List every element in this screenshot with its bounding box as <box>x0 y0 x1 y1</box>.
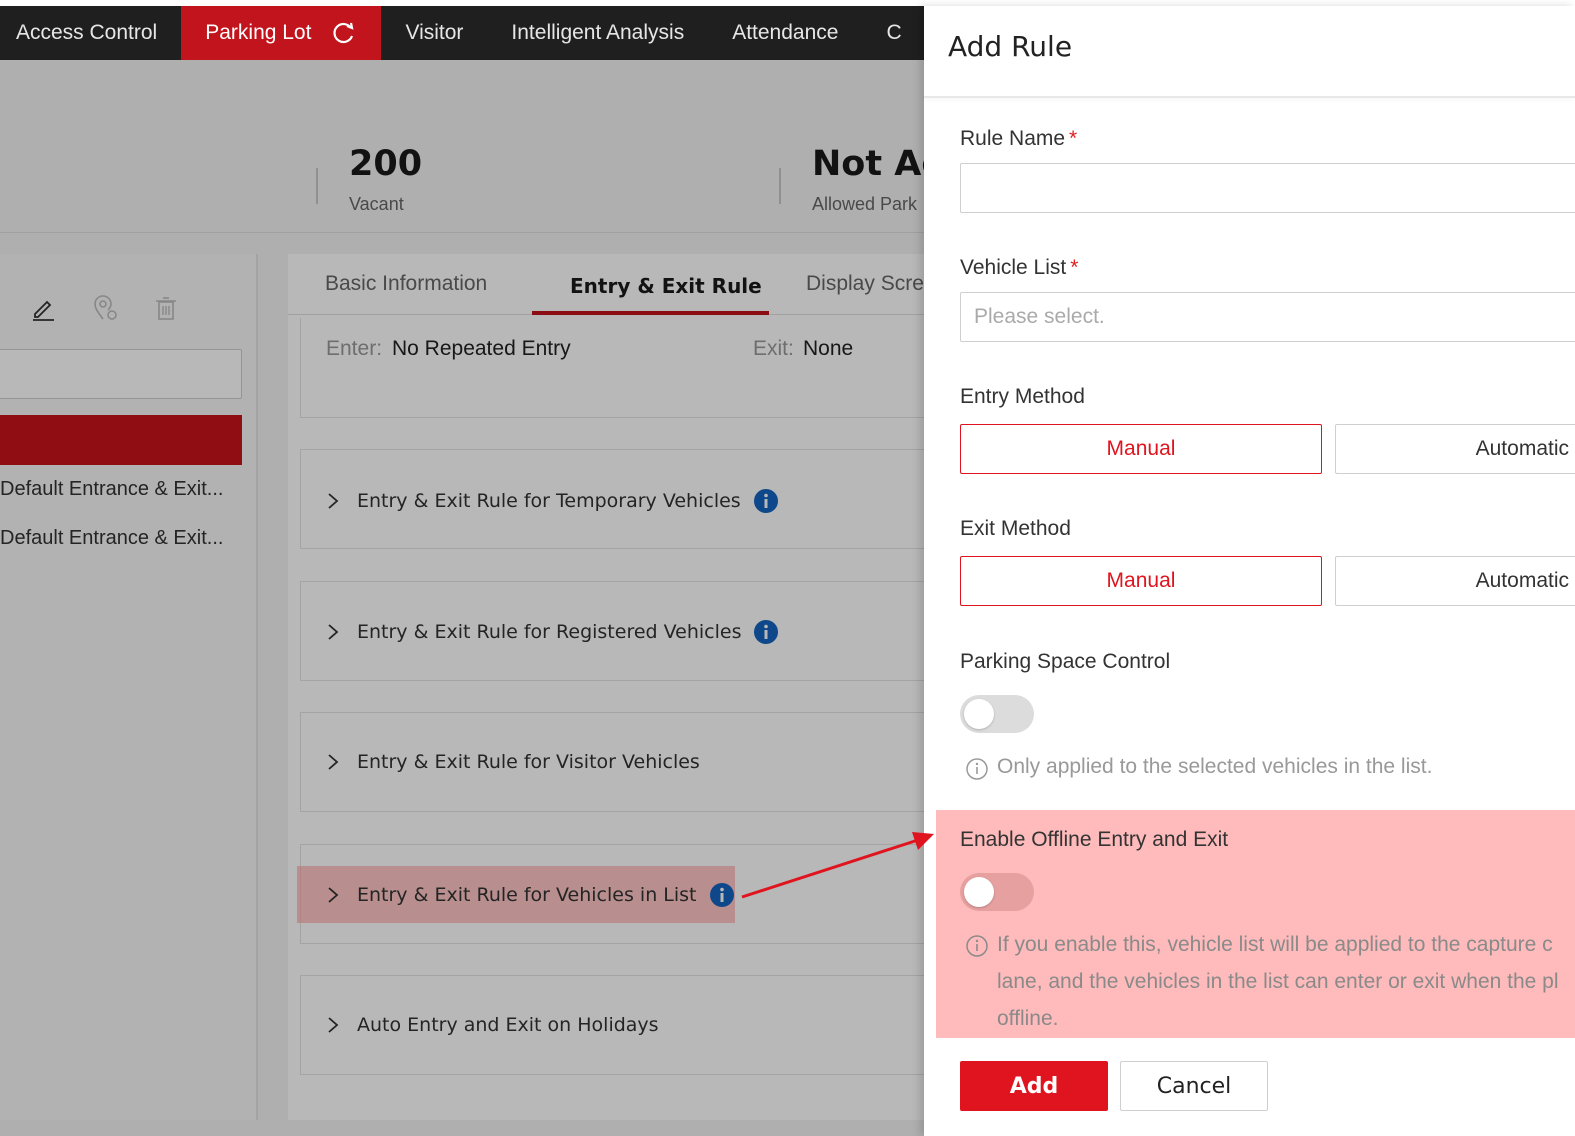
nav-tab-attendance[interactable]: Attendance <box>708 6 862 60</box>
required-mark: * <box>1070 256 1079 279</box>
cancel-button[interactable]: Cancel <box>1120 1061 1268 1111</box>
add-button[interactable]: Add <box>960 1061 1108 1111</box>
nav-tab-parking-lot[interactable]: Parking Lot <box>181 6 382 60</box>
drawer-title: Add Rule <box>948 30 1073 63</box>
entry-method-label: Entry Method <box>960 385 1085 408</box>
drawer-header-divider <box>924 96 1575 98</box>
parking-space-control-label: Parking Space Control <box>960 650 1171 673</box>
info-outline-icon <box>966 935 988 957</box>
toggle-knob <box>964 699 994 729</box>
nav-tab-access-control[interactable]: Access Control <box>0 6 181 60</box>
offline-hint: If you enable this, vehicle list will be… <box>965 926 1559 1037</box>
entry-method-automatic[interactable]: Automatic <box>1335 424 1575 474</box>
exit-method-manual[interactable]: Manual <box>960 556 1322 606</box>
info-outline-icon <box>966 758 988 780</box>
parking-space-hint: Only applied to the selected vehicles in… <box>965 755 1432 781</box>
nav-tab-visitor[interactable]: Visitor <box>381 6 487 60</box>
modal-backdrop[interactable] <box>0 60 924 1136</box>
nav-tab-more[interactable]: C <box>862 6 925 60</box>
exit-method-automatic[interactable]: Automatic <box>1335 556 1575 606</box>
refresh-icon[interactable] <box>331 20 357 46</box>
offline-entry-exit-label: Enable Offline Entry and Exit <box>960 828 1229 851</box>
nav-tab-intelligent-analysis[interactable]: Intelligent Analysis <box>487 6 708 60</box>
exit-method-label: Exit Method <box>960 517 1071 540</box>
required-mark: * <box>1069 127 1078 150</box>
offline-entry-exit-toggle[interactable] <box>960 873 1034 911</box>
vehicle-list-select[interactable] <box>960 292 1575 342</box>
parking-space-control-toggle[interactable] <box>960 695 1034 733</box>
rule-name-label: Rule Name * <box>960 127 1078 150</box>
entry-method-manual[interactable]: Manual <box>960 424 1322 474</box>
vehicle-list-label: Vehicle List * <box>960 256 1079 279</box>
rule-name-input[interactable] <box>960 163 1575 213</box>
toggle-knob <box>964 877 994 907</box>
